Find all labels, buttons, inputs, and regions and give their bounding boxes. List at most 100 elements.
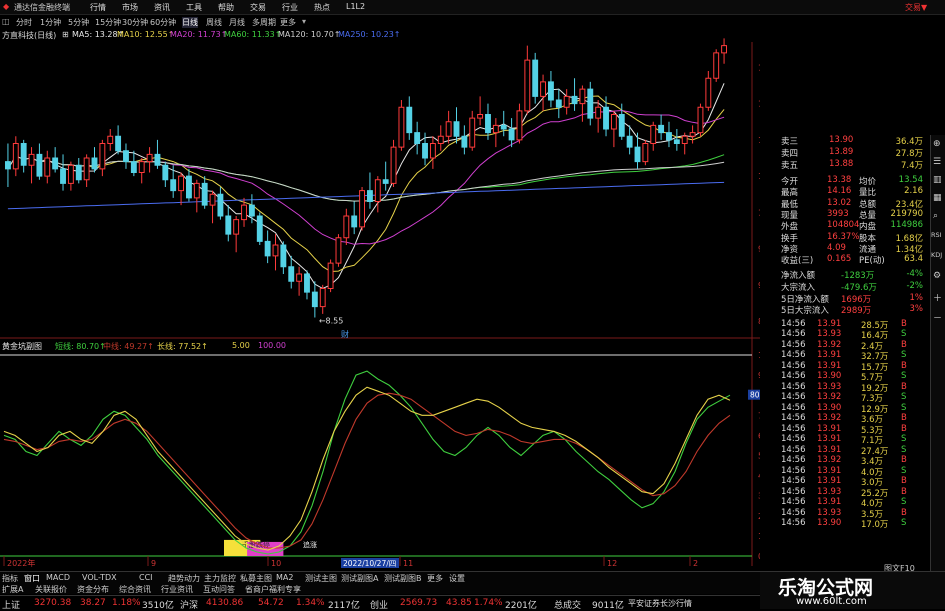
candle-body (351, 215, 358, 228)
tick-row-cell: 14:56 (781, 476, 806, 487)
ask-row-cell: 13.90 (829, 135, 854, 145)
tick-row-cell: B (901, 423, 907, 434)
grid-icon[interactable]: ▦ (933, 193, 942, 203)
candle-body (99, 143, 106, 170)
tick-row-cell: S (901, 465, 907, 476)
stat-row-cell: 收益(三) (781, 256, 814, 267)
tick-row-cell: 13.92 (817, 392, 842, 403)
settings-icon[interactable]: ⚙ (933, 271, 941, 281)
candle-body (524, 59, 531, 112)
bottom-link[interactable]: 省商户福利专享 (245, 584, 301, 595)
candle-body (429, 143, 436, 159)
stat-row-cell: PE(动) (859, 256, 885, 267)
tick-row-cell: 13.93 (817, 329, 842, 340)
minus-icon[interactable]: － (933, 311, 942, 324)
flow-row-cell: -1283万 (841, 271, 875, 282)
stat-row: 外盘 104804 内盘 114986 (779, 220, 925, 232)
candle-body (595, 106, 602, 119)
candle-body (713, 52, 720, 79)
stat-row-cell: 23.4亿 (895, 199, 923, 210)
tick-row-cell: 13.91 (817, 350, 842, 361)
candle-body (485, 114, 491, 134)
indicator-tab[interactable]: VOL-TDX (82, 573, 117, 582)
indicator-tab[interactable]: CCI (139, 573, 153, 582)
bottom-link[interactable]: 扩展A (2, 584, 23, 595)
indicator-tab[interactable]: MA2 (276, 573, 293, 582)
kdj-button[interactable]: KDJ (931, 251, 942, 259)
tick-row-cell: 14:56 (781, 402, 806, 413)
search-icon[interactable]: ⌕ (933, 211, 938, 221)
flow-row-cell: 5日净流入额 (781, 294, 829, 305)
chart-icon[interactable]: ▥ (933, 175, 942, 185)
candle-body (233, 219, 240, 235)
tick-row-cell: B (901, 507, 907, 518)
watermark: 乐淘公式网 www.60lt.com (760, 572, 945, 609)
candle-body (288, 266, 295, 282)
flow-row: 5日净流入额 1696万 1% (779, 292, 925, 305)
candle-body (508, 128, 515, 141)
tick-row-cell: B (901, 360, 907, 371)
stat-row-cell: 14.16 (827, 186, 852, 197)
candle-body (374, 179, 381, 202)
candle-body (587, 88, 594, 119)
candle-body (453, 121, 460, 137)
bottom-link[interactable]: 互动问答 (203, 584, 235, 595)
stat-row-cell: 1.68亿 (895, 233, 923, 244)
candle-body (193, 182, 200, 199)
expand-icon[interactable]: ⊕ (933, 139, 941, 149)
candle-body (477, 114, 484, 119)
x-axis-label: 2022年 (7, 558, 35, 568)
candle-body (650, 124, 657, 144)
bottom-link[interactable]: 关联报价 (35, 584, 67, 595)
candle-body (461, 135, 468, 148)
quote-panel: 卖三 13.90 36.4万 卖四 13.89 27.8万 卖五 13.88 7.4万 今开 13.… (779, 135, 929, 573)
candle-body (311, 291, 318, 308)
bottom-link[interactable]: 行业资讯 (161, 584, 193, 595)
price-tick-label: 12.00 (758, 63, 760, 72)
tick-row-cell: S (901, 392, 907, 403)
ask-row-cell: 卖五 (781, 161, 799, 171)
rsi-button[interactable]: RSI (931, 231, 942, 239)
plus-icon[interactable]: ＋ (933, 291, 942, 304)
ask-row: 卖三 13.90 36.4万 (779, 135, 925, 147)
candle-body (225, 215, 232, 235)
trade-link[interactable]: 交易▼ (905, 2, 927, 13)
osc-tick-label: 100.00 (758, 351, 760, 360)
tick-row-cell: 14:56 (781, 360, 806, 371)
kline-chart[interactable]: 12.00 11.50 11.00 10.50 10.00 9.50 9.00 8.50 ←8.… (0, 0, 760, 570)
list-icon[interactable]: ☰ (933, 157, 941, 167)
tick-row: 14:56 13.92 3.6万 B (779, 413, 925, 425)
candle-body (319, 288, 326, 308)
ticker-item: 1.18% (112, 598, 141, 608)
candle-body (547, 81, 554, 101)
candle-body (272, 244, 279, 257)
candle-body (406, 106, 413, 134)
candle-body (280, 244, 287, 268)
right-icon-strip: ⊕ ☰ ▥ ▦ ⌕ RSI KDJ ⚙ ＋ － (930, 135, 945, 571)
indicator-tab[interactable]: MACD (46, 573, 70, 582)
price-tick-label: 9.50 (758, 245, 760, 254)
tick-row-cell: 14:56 (781, 381, 806, 392)
tick-row-cell: 14:56 (781, 455, 806, 466)
tick-row-cell: 14:56 (781, 329, 806, 340)
flow-row-cell: 1% (909, 292, 924, 303)
osc-tick-label: 0.00 (758, 552, 760, 561)
candle-body (296, 273, 303, 282)
tick-row-cell: 14:56 (781, 318, 806, 329)
ticker-item: 54.72 (258, 598, 284, 608)
candle-body (390, 146, 397, 184)
ticker-item: 3270.38 (34, 598, 72, 608)
price-tick-label: 11.50 (758, 100, 760, 109)
stat-row-cell: 流通 (859, 244, 877, 255)
ticker-item: 创业 (370, 601, 389, 611)
candle-body (75, 164, 82, 181)
candle-body (343, 215, 350, 239)
bottom-link[interactable]: 综合资讯 (119, 584, 151, 595)
tick-row-cell: 13.90 (817, 402, 842, 413)
stat-row-cell: 1.34亿 (895, 244, 923, 255)
ask-row-cell: 卖三 (781, 137, 799, 147)
candle-body (666, 132, 672, 141)
bottom-link[interactable]: 资金分布 (77, 584, 109, 595)
price-tick-label: 9.00 (758, 281, 760, 290)
index-ticker: 上证 3270.38 38.27 1.18% 3510亿 沪深 4130.86 54.72 1.… (0, 595, 760, 611)
